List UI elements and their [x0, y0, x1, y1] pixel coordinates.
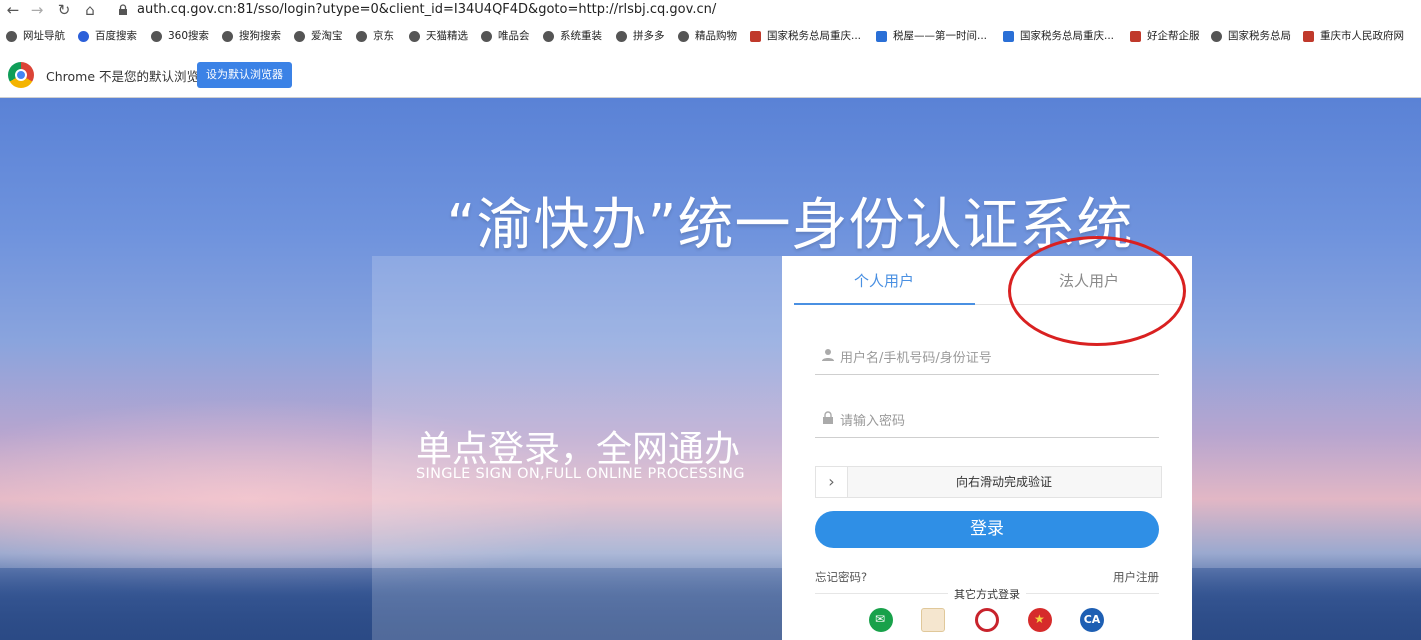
wechat-icon[interactable]: [869, 608, 893, 632]
set-default-button[interactable]: 设为默认浏览器: [197, 62, 292, 88]
bookmark-item[interactable]: 拼多多: [616, 26, 665, 46]
ca-icon[interactable]: CA: [1080, 608, 1104, 632]
browser-chrome: ← → ↻ ⌂ auth.cq.gov.cn:81/sso/login?utyp…: [0, 0, 1421, 98]
haoqibang-icon: [1130, 30, 1141, 42]
globe-icon: [678, 30, 689, 42]
globe-icon: [151, 30, 162, 42]
shuiwu-icon: [876, 30, 887, 42]
lock-icon: [823, 411, 833, 424]
badge-icon[interactable]: [975, 608, 999, 632]
tax-site-icon: [1003, 30, 1014, 42]
tab-personal-user[interactable]: 个人用户: [794, 256, 974, 304]
globe-icon: [294, 30, 305, 42]
baidu-icon: [78, 30, 89, 42]
bookmark-item[interactable]: 好企帮企服: [1130, 26, 1200, 46]
user-icon: [822, 349, 834, 361]
globe-icon: [1211, 30, 1222, 42]
national-emblem-icon[interactable]: [1028, 608, 1052, 632]
bookmark-item[interactable]: 搜狗搜索: [222, 26, 281, 46]
slogan: 单点登录，全网通办: [416, 429, 741, 470]
bookmark-item[interactable]: 爱淘宝: [294, 26, 343, 46]
chrome-icon: [8, 62, 34, 88]
bookmark-item[interactable]: 国家税务总局重庆...: [750, 26, 861, 46]
bookmark-item[interactable]: 京东: [356, 26, 394, 46]
bookmark-item[interactable]: 税屋——第一时间...: [876, 26, 987, 46]
address-row: ← → ↻ ⌂ auth.cq.gov.cn:81/sso/login?utyp…: [0, 0, 1421, 22]
bookmark-item[interactable]: 国家税务总局重庆...: [1003, 26, 1114, 46]
slide-verification: › 向右滑动完成验证: [815, 466, 1162, 498]
home-icon[interactable]: ⌂: [81, 1, 99, 19]
globe-icon: [409, 30, 420, 42]
bookmark-item[interactable]: 唯品会: [481, 26, 530, 46]
globe-icon: [616, 30, 627, 42]
forgot-password-link[interactable]: 忘记密码?: [815, 569, 867, 585]
globe-icon: [481, 30, 492, 42]
slider-text: 向右滑动完成验证: [955, 475, 1052, 489]
active-tab-indicator: [794, 303, 975, 305]
hero-background: “渝快办”统一身份认证系统 单点登录，全网通办 SINGLE SIGN ON,F…: [0, 98, 1421, 640]
lock-icon[interactable]: [116, 3, 130, 17]
slider-handle[interactable]: ›: [816, 467, 848, 497]
other-login-label: 其它方式登录: [782, 586, 1192, 602]
bookmark-item[interactable]: 360搜索: [151, 26, 209, 46]
gov-emblem-icon: [1303, 30, 1314, 42]
infobar-message: Chrome 不是您的默认浏览器: [46, 69, 212, 84]
username-placeholder: 用户名/手机号码/身份证号: [840, 351, 992, 366]
bookmark-item[interactable]: 系统重装: [543, 26, 602, 46]
chevron-right-icon: ›: [828, 472, 835, 491]
bookmark-item[interactable]: 重庆市人民政府网: [1303, 26, 1404, 46]
forward-icon[interactable]: →: [28, 1, 46, 19]
bookmark-item[interactable]: 精品购物: [678, 26, 737, 46]
annotation-circle: [1008, 236, 1186, 346]
tax-emblem-icon: [750, 30, 761, 42]
globe-icon: [543, 30, 554, 42]
globe-icon: [356, 30, 367, 42]
bookmarks-bar: 网址导航 百度搜索 360搜索 搜狗搜索 爱淘宝 京东 天猫精选 唯品会 系统重…: [0, 26, 1421, 46]
password-field[interactable]: 请输入密码: [815, 399, 1159, 438]
password-placeholder: 请输入密码: [840, 414, 906, 429]
globe-icon: [6, 30, 17, 42]
url-field[interactable]: auth.cq.gov.cn:81/sso/login?utype=0&clie…: [137, 2, 716, 17]
bookmark-item[interactable]: 网址导航: [6, 26, 65, 46]
default-browser-infobar: Chrome 不是您的默认浏览器 设为默认浏览器: [0, 52, 1421, 98]
back-icon[interactable]: ←: [4, 1, 22, 19]
globe-icon: [222, 30, 233, 42]
register-link[interactable]: 用户注册: [1113, 569, 1159, 585]
bank-icon[interactable]: [921, 608, 945, 632]
login-button[interactable]: 登录: [815, 511, 1159, 548]
bookmark-item[interactable]: 百度搜索: [78, 26, 137, 46]
bookmark-item[interactable]: 国家税务总局: [1211, 26, 1291, 46]
reload-icon[interactable]: ↻: [55, 1, 73, 19]
page-title: “渝快办”统一身份认证系统: [446, 193, 1134, 258]
bookmark-item[interactable]: 天猫精选: [409, 26, 468, 46]
slogan-english: SINGLE SIGN ON,FULL ONLINE PROCESSING: [416, 466, 745, 482]
